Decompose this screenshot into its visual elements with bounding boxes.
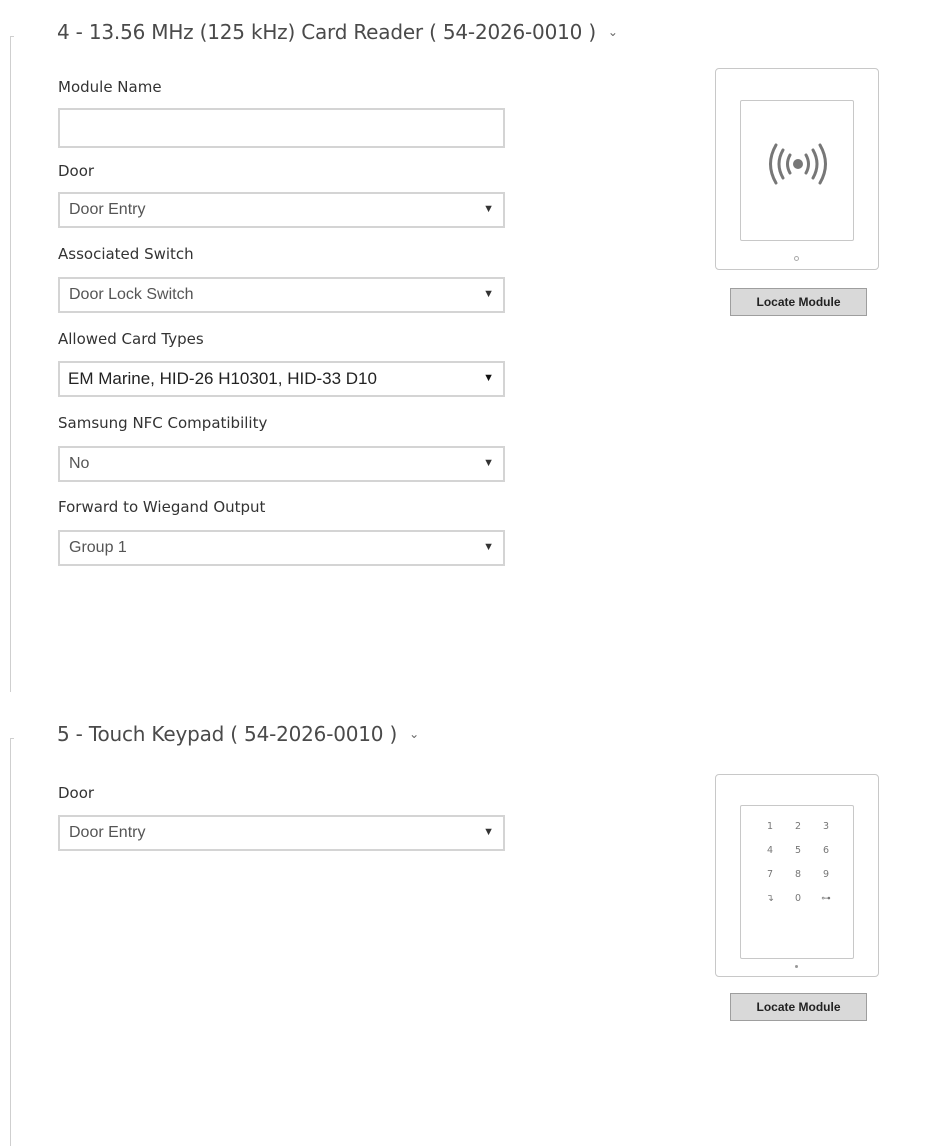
module-section-card-reader: 4 - 13.56 MHz (125 kHz) Card Reader ( 54… (0, 0, 950, 695)
section-title[interactable]: 4 - 13.56 MHz (125 kHz) Card Reader ( 54… (57, 20, 618, 44)
locate-module-button[interactable]: Locate Module (730, 993, 867, 1021)
keypad-key-icon: ⊶ (821, 893, 831, 904)
locate-module-button[interactable]: Locate Module (730, 288, 867, 316)
dropdown-arrow-icon: ▼ (483, 372, 494, 384)
keypad-key: 6 (822, 845, 830, 856)
keypad-key: 8 (794, 869, 802, 880)
dropdown-arrow-icon: ▼ (483, 826, 494, 838)
module-name-label: Module Name (58, 78, 162, 96)
chevron-down-icon[interactable]: ⌄ (608, 25, 618, 39)
allowed-card-types-select[interactable]: EM Marine, HID-26 H10301, HID-33 D10 ▼ (58, 361, 505, 397)
allowed-card-types-value: EM Marine, HID-26 H10301, HID-33 D10 (68, 369, 377, 388)
door-select-value: Door Entry (69, 201, 146, 218)
keypad-key: 4 (766, 845, 774, 856)
touch-keypad-panel: 1 2 3 4 5 6 7 8 9 ↴ 0 ⊶ (740, 805, 854, 959)
samsung-nfc-value: No (69, 455, 90, 472)
dropdown-arrow-icon: ▼ (483, 203, 494, 215)
door-select[interactable]: Door Entry ▼ (58, 815, 505, 851)
associated-switch-select[interactable]: Door Lock Switch ▼ (58, 277, 505, 313)
rfid-reader-icon (769, 143, 827, 185)
samsung-nfc-select[interactable]: No ▼ (58, 446, 505, 482)
dropdown-arrow-icon: ▼ (483, 288, 494, 300)
touch-keypad-preview: 1 2 3 4 5 6 7 8 9 ↴ 0 ⊶ (715, 774, 879, 977)
door-select[interactable]: Door Entry ▼ (58, 192, 505, 228)
door-select-value: Door Entry (69, 824, 146, 841)
keypad-key: 3 (822, 821, 830, 832)
wiegand-output-value: Group 1 (69, 539, 127, 556)
touch-keypad-icon: 1 2 3 4 5 6 7 8 9 ↴ 0 ⊶ (756, 820, 840, 906)
allowed-card-types-label: Allowed Card Types (58, 330, 204, 348)
keypad-key: 0 (794, 893, 802, 904)
keypad-key: 9 (822, 869, 830, 880)
keypad-bell-icon: ↴ (766, 893, 774, 904)
section-divider (10, 36, 14, 692)
door-label: Door (58, 784, 95, 802)
dropdown-arrow-icon: ▼ (483, 541, 494, 553)
wiegand-output-select[interactable]: Group 1 ▼ (58, 530, 505, 566)
section-divider (10, 738, 14, 1146)
samsung-nfc-label: Samsung NFC Compatibility (58, 414, 268, 432)
keypad-key: 1 (766, 821, 774, 832)
wiegand-output-label: Forward to Wiegand Output (58, 498, 266, 516)
section-title-text: 5 - Touch Keypad ( 54-2026-0010 ) (57, 722, 398, 746)
associated-switch-label: Associated Switch (58, 245, 194, 263)
dropdown-arrow-icon: ▼ (483, 457, 494, 469)
card-reader-preview (715, 68, 879, 270)
status-led-icon (794, 256, 799, 261)
chevron-down-icon[interactable]: ⌄ (409, 727, 419, 741)
keypad-key: 2 (794, 821, 802, 832)
module-section-touch-keypad: 5 - Touch Keypad ( 54-2026-0010 ) ⌄ Door … (0, 700, 950, 1146)
section-title-text: 4 - 13.56 MHz (125 kHz) Card Reader ( 54… (57, 20, 596, 44)
keypad-key: 7 (766, 869, 774, 880)
associated-switch-value: Door Lock Switch (69, 286, 194, 303)
section-title[interactable]: 5 - Touch Keypad ( 54-2026-0010 ) ⌄ (57, 722, 419, 746)
keypad-key: 5 (794, 845, 802, 856)
module-name-input[interactable] (58, 108, 505, 148)
door-label: Door (58, 162, 95, 180)
card-reader-panel (740, 100, 854, 241)
status-led-icon (795, 965, 798, 968)
